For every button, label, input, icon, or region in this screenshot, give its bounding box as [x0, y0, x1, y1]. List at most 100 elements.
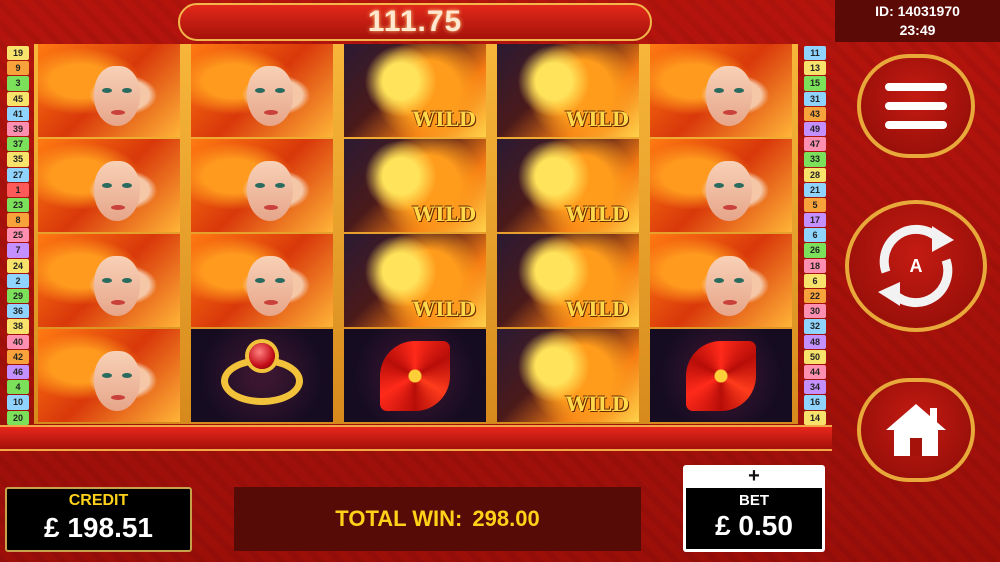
bet-display: BET £ 0.50 [686, 488, 822, 549]
reel-3: WILD WILD WILD [344, 44, 486, 424]
left-payline-41: 41 [7, 106, 29, 121]
autoplay-label: A [909, 255, 923, 276]
win-meter-value: 111.75 [367, 5, 463, 38]
left-payline-1: 1 [7, 182, 29, 197]
right-payline-30: 30 [804, 304, 826, 319]
left-payline-23: 23 [7, 197, 29, 213]
woman-face [706, 256, 752, 316]
right-payline-16: 16 [804, 395, 826, 410]
right-payline-50: 50 [804, 349, 826, 364]
right-payline-43: 43 [804, 106, 826, 121]
symbol-wild-phoenix: WILD [344, 44, 486, 137]
symbol-woman [650, 139, 792, 232]
symbol-wild-phoenix: WILD [344, 139, 486, 232]
wild-label: WILD [565, 392, 629, 416]
wild-label: WILD [412, 107, 476, 131]
right-payline-28: 28 [804, 167, 826, 182]
symbol-woman [38, 139, 180, 232]
right-payline-14: 14 [804, 410, 826, 425]
reel-2 [191, 44, 333, 424]
home-icon [886, 404, 946, 456]
woman-face [706, 161, 752, 221]
right-payline-32: 32 [804, 319, 826, 334]
autoplay-spin-button[interactable]: A [845, 200, 987, 332]
symbol-woman [38, 44, 180, 137]
symbol-woman [191, 139, 333, 232]
symbol-wild-phoenix: WILD [497, 139, 639, 232]
total-win-panel: TOTAL WIN: 298.00 [234, 487, 641, 551]
reel-4: WILD WILD WILD WILD [497, 44, 639, 424]
right-payline-33: 33 [804, 152, 826, 167]
right-payline-47: 47 [804, 137, 826, 152]
wild-label: WILD [412, 297, 476, 321]
right-payline-31: 31 [804, 91, 826, 106]
home-button[interactable] [857, 378, 975, 482]
symbol-woman [650, 234, 792, 327]
credit-label: CREDIT [68, 492, 129, 509]
bet-increase-button[interactable]: + [683, 465, 825, 487]
session-id: ID: 14031970 [875, 3, 960, 19]
woman-face [247, 256, 293, 316]
left-payline-45: 45 [7, 91, 29, 106]
left-payline-20: 20 [7, 410, 29, 425]
left-payline-27: 27 [7, 167, 29, 182]
reel-grid: WILD WILD WILD WILD WILD WILD WILD [34, 44, 798, 424]
woman-face [94, 161, 140, 221]
win-meter: 111.75 [178, 3, 652, 41]
left-payline-36: 36 [7, 304, 29, 319]
woman-face [94, 66, 140, 126]
symbol-woman [191, 234, 333, 327]
reel-1 [38, 44, 180, 424]
bet-label: BET [739, 492, 769, 509]
credit-value: £ 198.51 [44, 512, 153, 543]
right-payline-6: 6 [804, 273, 826, 288]
reel-5 [650, 44, 792, 424]
wild-label: WILD [565, 202, 629, 226]
left-payline-46: 46 [7, 364, 29, 380]
woman-face [94, 351, 140, 411]
ruby-gem-icon [249, 343, 275, 369]
right-payline-22: 22 [804, 289, 826, 304]
right-payline-26: 26 [804, 243, 826, 258]
lily-flower-icon [380, 341, 450, 411]
symbol-wild-phoenix: WILD [497, 329, 639, 422]
right-payline-5: 5 [804, 197, 826, 213]
left-payline-29: 29 [7, 289, 29, 304]
left-payline-2: 2 [7, 273, 29, 288]
reel-base-bar [0, 425, 832, 451]
left-payline-39: 39 [7, 121, 29, 137]
symbol-red-lily [344, 329, 486, 422]
right-payline-44: 44 [804, 364, 826, 380]
symbol-wild-phoenix: WILD [497, 234, 639, 327]
session-time: 23:49 [899, 22, 936, 38]
symbol-woman [38, 329, 180, 422]
right-payline-18: 18 [804, 258, 826, 273]
left-payline-37: 37 [7, 137, 29, 152]
woman-face [94, 256, 140, 316]
woman-face [247, 66, 293, 126]
symbol-ruby-ring [191, 329, 333, 422]
left-payline-4: 4 [7, 380, 29, 395]
symbol-wild-phoenix: WILD [497, 44, 639, 137]
bet-value: £ 0.50 [715, 510, 793, 541]
left-payline-25: 25 [7, 228, 29, 243]
left-payline-7: 7 [7, 243, 29, 258]
right-payline-13: 13 [804, 61, 826, 76]
left-payline-42: 42 [7, 349, 29, 364]
bet-panel[interactable]: + BET £ 0.50 [683, 465, 825, 552]
session-info: ID: 14031970 23:49 [835, 0, 1000, 42]
total-win-value: 298.00 [472, 506, 540, 531]
right-payline-11: 11 [804, 46, 826, 61]
symbol-wild-phoenix: WILD [344, 234, 486, 327]
wild-label: WILD [565, 107, 629, 131]
wild-label: WILD [412, 202, 476, 226]
total-win-label: TOTAL WIN: [335, 506, 463, 531]
right-payline-34: 34 [804, 380, 826, 395]
credit-panel: CREDIT £ 198.51 [5, 487, 192, 552]
woman-face [247, 161, 293, 221]
right-payline-17: 17 [804, 213, 826, 228]
menu-button[interactable] [857, 54, 975, 158]
right-payline-21: 21 [804, 182, 826, 197]
symbol-woman [650, 44, 792, 137]
left-payline-24: 24 [7, 258, 29, 273]
